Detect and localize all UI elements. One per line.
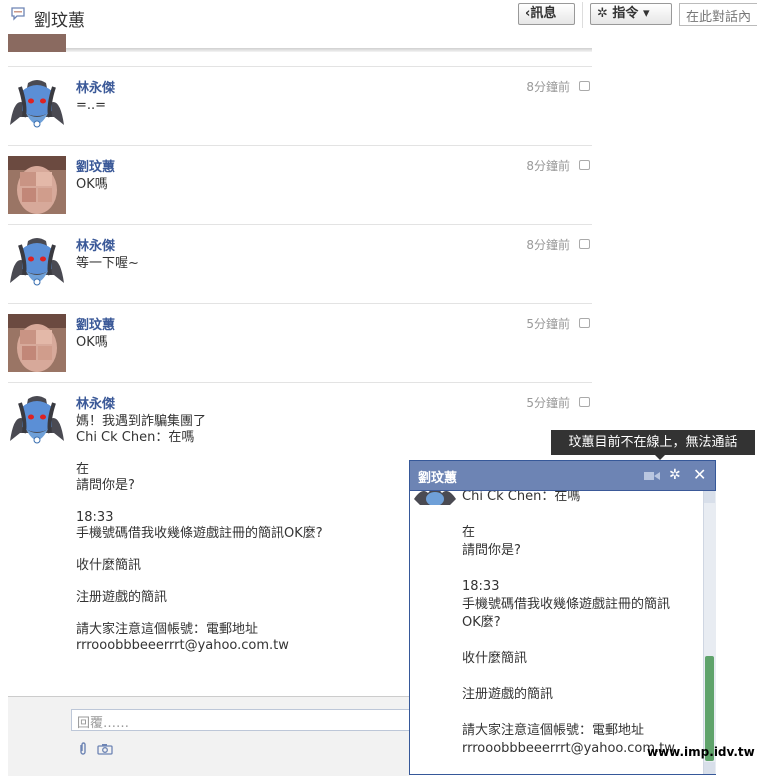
page-title: 劉玟蕙 <box>34 11 85 31</box>
blurred-photo-avatar <box>8 34 66 52</box>
message-text: OK嗎 <box>76 335 108 350</box>
message-action-icon[interactable] <box>579 160 590 170</box>
blurred-photo-avatar[interactable] <box>8 156 66 214</box>
demon-avatar[interactable] <box>8 77 66 135</box>
search-input[interactable]: 在此對話內 <box>679 3 757 26</box>
message-row: 林永傑 8分鐘前 =..= <box>8 66 592 146</box>
message-action-icon[interactable] <box>579 318 590 328</box>
message-row: 林永傑 8分鐘前等一下喔~ <box>8 224 592 304</box>
chat-window: 劉玟蕙 ✲ ✕ Chi Ck Chen：在嗎 在 請問你是? 18:33 手機號… <box>409 460 716 775</box>
message-timestamp: 5分鐘前 <box>526 317 570 331</box>
close-icon[interactable]: ✕ <box>693 465 706 484</box>
chat-window-title: 劉玟蕙 <box>418 471 458 486</box>
chat-window-message-text: Chi Ck Chen：在嗎 在 請問你是? 18:33 手機號碼借我收幾條遊戲… <box>462 491 675 756</box>
message-text: =..= <box>76 98 107 113</box>
message-action-icon[interactable] <box>579 81 590 91</box>
blurred-photo-avatar[interactable] <box>8 314 66 372</box>
actions-dropdown-button[interactable]: ✲ 指令 ▾ <box>590 3 672 25</box>
camera-icon[interactable] <box>97 743 113 755</box>
reply-input[interactable]: 回覆…… <box>71 709 416 731</box>
messages-button[interactable]: ‹訊息 <box>518 3 575 25</box>
sender-name[interactable]: 林永傑 <box>76 77 115 96</box>
scroll-down-arrow[interactable] <box>704 762 715 774</box>
video-call-icon[interactable] <box>644 471 660 481</box>
scroll-up-arrow[interactable] <box>704 491 715 503</box>
sender-name[interactable]: 劉玟蕙 <box>76 314 115 333</box>
chat-window-body[interactable]: Chi Ck Chen：在嗎 在 請問你是? 18:33 手機號碼借我收幾條遊戲… <box>410 491 703 774</box>
call-unavailable-tooltip: 玟蕙目前不在線上，無法通話 <box>551 430 755 455</box>
message-text: 媽！我遇到詐騙集團了 Chi Ck Chen：在嗎 在 請問你是? 18:33 … <box>76 414 323 653</box>
gear-icon[interactable]: ✲ <box>669 467 681 483</box>
message-timestamp: 8分鐘前 <box>526 159 570 173</box>
message-timestamp: 8分鐘前 <box>526 238 570 252</box>
message-action-icon[interactable] <box>579 239 590 249</box>
chat-window-header[interactable]: 劉玟蕙 ✲ ✕ <box>410 461 715 491</box>
scroll-shadow <box>8 48 592 52</box>
message-action-icon[interactable] <box>579 397 590 407</box>
message-text: OK嗎 <box>76 177 108 192</box>
message-timestamp: 5分鐘前 <box>526 396 570 410</box>
messages-icon <box>11 7 25 21</box>
message-row: 劉玟蕙 8分鐘前 OK嗎 <box>8 145 592 225</box>
watermark: www.imp.idv.tw <box>647 745 755 759</box>
demon-avatar[interactable] <box>8 393 66 451</box>
conversation-header: 劉玟蕙 ‹訊息 ✲ 指令 ▾ 在此對話內 <box>0 0 757 34</box>
demon-avatar <box>414 491 456 505</box>
divider <box>582 2 583 28</box>
chat-scrollbar[interactable] <box>703 491 716 774</box>
reply-composer: 回覆…… <box>8 696 416 776</box>
demon-avatar[interactable] <box>8 235 66 293</box>
sender-name[interactable]: 劉玟蕙 <box>76 156 115 175</box>
attach-file-icon[interactable] <box>77 742 89 756</box>
message-text: 等一下喔~ <box>76 256 139 271</box>
sender-name[interactable]: 林永傑 <box>76 393 115 412</box>
message-timestamp: 8分鐘前 <box>526 80 570 94</box>
message-row: 劉玟蕙 5分鐘前 OK嗎 <box>8 303 592 383</box>
sender-name[interactable]: 林永傑 <box>76 235 115 254</box>
